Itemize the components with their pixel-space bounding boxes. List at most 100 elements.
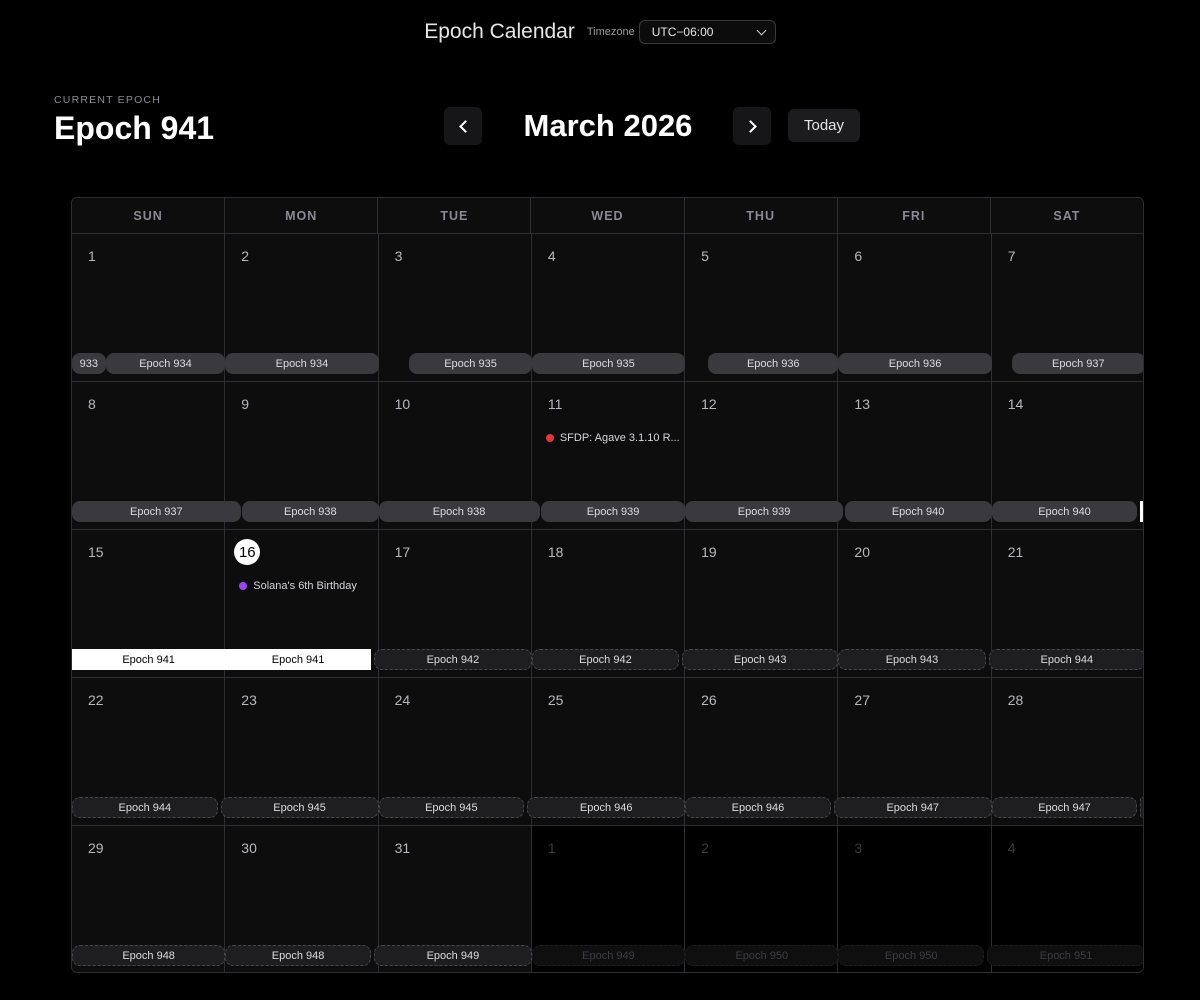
epoch-pill[interactable]: Epoch 950 [838,945,985,966]
event-title: SFDP: Agave 3.1.10 R... [559,432,680,444]
timezone-value: UTC−06:00 [651,25,714,39]
epoch-pill[interactable] [1140,501,1143,522]
weekday-tue: TUE [378,198,532,233]
day-number: 29 [88,840,104,856]
epoch-pill[interactable]: Epoch 943 [682,649,839,670]
week-row: 29 30 31 1 2 3 4 Epoch 948 Epoch 948 Epoch 949 Epo… [72,826,1143,972]
day-number: 17 [394,544,411,560]
day-number: 13 [854,396,870,412]
epoch-pill[interactable]: Epoch 938 [378,501,540,522]
current-epoch-label: CURRENT EPOCH [54,94,161,106]
weekday-fri: FRI [838,198,991,233]
epoch-pill[interactable] [1140,797,1143,818]
day-number: 31 [394,840,411,856]
epoch-pill[interactable]: Epoch 943 [838,649,986,670]
epoch-pill[interactable]: Epoch 936 [708,353,839,374]
day-number: 15 [88,544,104,560]
epoch-pill[interactable]: Epoch 934 [225,353,379,374]
epoch-pill[interactable]: Epoch 944 [72,797,218,818]
epoch-pill[interactable]: Epoch 948 [72,945,226,966]
epoch-pill[interactable]: Epoch 946 [685,797,831,818]
day-number: 7 [1007,248,1016,264]
day-number: 2 [241,248,250,264]
epoch-pill[interactable]: Epoch 945 [220,797,379,818]
epoch-pill[interactable]: Epoch 947 [991,797,1138,818]
chevron-down-icon [756,25,767,35]
day-number: 30 [241,840,257,856]
day-number: 22 [88,692,104,708]
day-number: 10 [394,396,411,412]
day-number: 4 [547,248,556,264]
epoch-pill[interactable]: Epoch 949 [373,945,532,966]
weekday-sat: SAT [1053,208,1081,223]
epoch-pill[interactable]: Epoch 937 [1011,353,1143,374]
today-day-number: 16 [234,539,261,565]
today-button[interactable]: Today [788,109,860,142]
event-dot-icon [545,434,554,442]
epoch-pill[interactable]: Epoch 950 [685,945,839,966]
day-number: 18 [547,544,564,560]
event-title: Solana's 6th Birthday [253,580,357,592]
app-title: Epoch Calendar [424,20,575,43]
epoch-pill[interactable]: Epoch 935 [531,353,686,374]
epoch-pill[interactable]: Epoch 944 [988,649,1143,670]
epoch-pill[interactable]: Epoch 938 [242,501,379,522]
week-row: 8 9 10 11 SFDP: Agave 3.1.10 R... 12 13 14 Epoch… [72,382,1143,530]
top-bar: Epoch Calendar Timezone UTC−06:00 [0,18,1200,46]
prev-month-button[interactable] [444,107,482,145]
day-number: 27 [854,692,870,708]
timezone-select[interactable]: UTC−06:00 [638,20,776,44]
epoch-pill[interactable]: Epoch 949 [531,945,686,966]
day-number: 3 [394,248,403,264]
day-number: 3 [854,840,863,856]
event-dot-icon [239,582,248,590]
day-number: 21 [1007,544,1024,560]
day-number: 1 [88,248,96,264]
epoch-pill[interactable]: Epoch 947 [833,797,992,818]
epoch-pill[interactable]: Epoch 946 [527,797,686,818]
weekday-mon: MON [225,198,379,233]
epoch-pill[interactable]: 933 [72,353,106,374]
epoch-pill[interactable]: Epoch 951 [987,945,1143,966]
epoch-pill[interactable]: Epoch 939 [685,501,844,522]
calendar-event[interactable]: Solana's 6th Birthday [239,580,357,592]
epoch-pill[interactable]: Epoch 934 [105,353,226,374]
current-epoch-value: Epoch 941 [54,110,215,146]
epoch-pill[interactable]: Epoch 941 [72,649,226,670]
next-month-button[interactable] [733,107,771,145]
calendar-event[interactable]: SFDP: Agave 3.1.10 R... [545,432,680,444]
day-number: 1 [547,840,556,856]
day-number: 14 [1007,396,1024,412]
epoch-pill[interactable]: Epoch 940 [844,501,992,522]
epoch-pill[interactable]: Epoch 941 [225,649,371,670]
day-number: 28 [1007,692,1024,708]
month-title: March 2026 [523,108,693,143]
epoch-pill[interactable]: Epoch 935 [409,353,532,374]
epoch-pill[interactable]: Epoch 945 [378,797,525,818]
weekday-header: SUN MON TUE WED THU FRI SAT [72,198,1143,234]
week-row: 1 2 3 4 5 6 7 933 Epoch 934 Epoch 934 Epoch 935 Epo… [72,234,1143,382]
week-row: 22 23 24 25 26 27 28 Epoch 944 Epoch 945 Epoch 94… [72,678,1143,826]
day-number: 5 [701,248,709,264]
epoch-pill[interactable]: Epoch 942 [531,649,679,670]
day-number: 11 [547,396,563,412]
day-number: 20 [854,544,870,560]
weekday-sun: SUN [72,198,226,233]
epoch-pill[interactable]: Epoch 936 [838,353,992,374]
epoch-pill[interactable]: Epoch 940 [991,501,1138,522]
day-number: 19 [701,544,717,560]
epoch-pill[interactable]: Epoch 937 [72,501,241,522]
day-number: 8 [88,396,96,412]
weekday-wed: WED [531,198,685,233]
calendar-grid: SUN MON TUE WED THU FRI SAT 1 2 3 4 5 6 7 933 Epoch 93… [71,197,1144,973]
day-number: 25 [547,692,564,708]
epoch-pill[interactable]: Epoch 948 [225,945,371,966]
epoch-pill[interactable]: Epoch 942 [373,649,532,670]
chevron-left-icon [458,119,472,133]
epoch-pill[interactable]: Epoch 939 [541,501,686,522]
chevron-right-icon [743,119,757,133]
day-number: 6 [854,248,863,264]
day-number: 9 [241,396,250,412]
weekday-thu: THU [685,198,838,233]
day-number: 12 [701,396,717,412]
